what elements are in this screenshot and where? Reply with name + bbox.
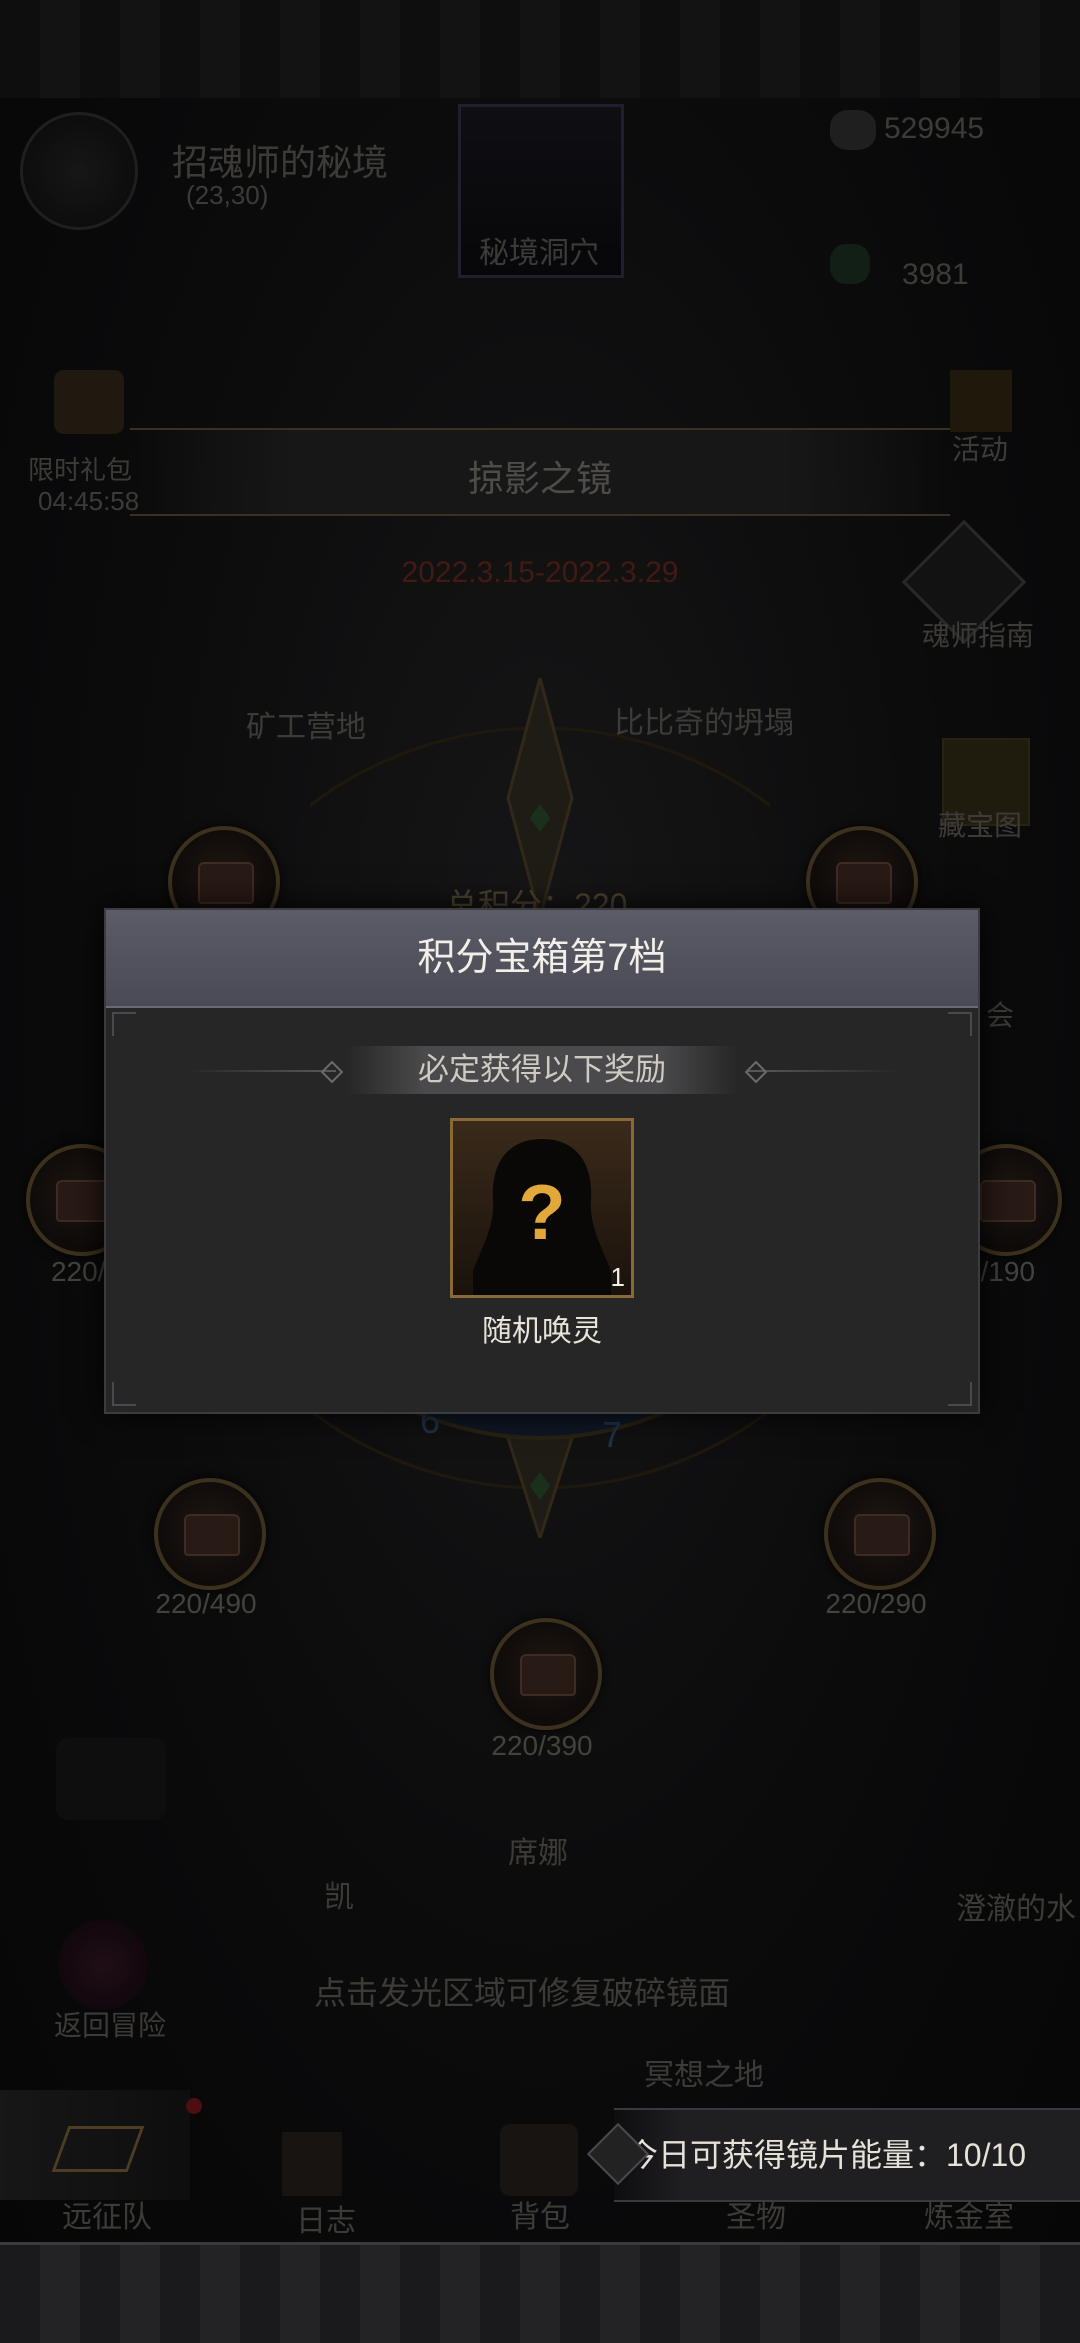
reward-count: 1: [610, 1262, 625, 1292]
modal-header: 积分宝箱第7档: [106, 910, 978, 1008]
corner-ornament-icon: [112, 1382, 136, 1406]
subtitle-bar: 必定获得以下奖励: [346, 1046, 738, 1094]
energy-bar: 今日可获得镜片能量：10/10: [614, 2108, 1080, 2202]
modal-title: 积分宝箱第7档: [417, 937, 667, 979]
question-mark-silhouette-icon: ?: [473, 1139, 611, 1295]
reward-item-card[interactable]: ? 1: [450, 1118, 634, 1298]
corner-ornament-icon: [948, 1382, 972, 1406]
corner-ornament-icon: [112, 1012, 136, 1036]
energy-text: 今日可获得镜片能量：10/10: [626, 2137, 1027, 2173]
divider-line-right: [748, 1070, 898, 1072]
corner-ornament-icon: [948, 1012, 972, 1036]
divider-line-left: [186, 1070, 336, 1072]
modal-subtitle: 必定获得以下奖励: [418, 1052, 666, 1087]
divider-diamond-left-icon: [320, 1060, 344, 1084]
divider-diamond-right-icon: [744, 1060, 768, 1084]
reward-name: 随机唤灵: [482, 1315, 602, 1348]
bottom-frame-border: [0, 2242, 1080, 2343]
reward-preview-modal: 积分宝箱第7档 必定获得以下奖励 ? 1 随机唤灵: [104, 908, 980, 1414]
svg-text:?: ?: [518, 1168, 566, 1256]
